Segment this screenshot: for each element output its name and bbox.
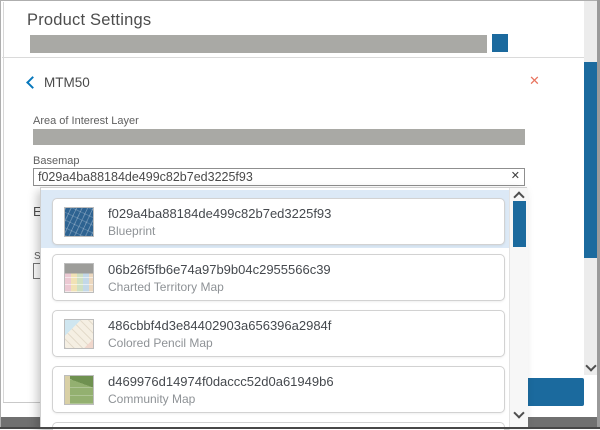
basemap-thumbnail: [64, 375, 94, 405]
breadcrumb-label: MTM50: [44, 75, 90, 90]
window-scrollbar[interactable]: [584, 1, 597, 375]
page-title: Product Settings: [27, 11, 151, 30]
window-left-border: [0, 0, 1, 429]
basemap-thumbnail: [64, 207, 94, 237]
basemap-field: ✕: [33, 168, 525, 186]
breadcrumb-back[interactable]: MTM50: [28, 73, 90, 91]
window-top-border: [0, 0, 600, 1]
dropdown-scrollbar-thumb[interactable]: [513, 201, 526, 247]
clear-input-icon[interactable]: ✕: [511, 170, 520, 183]
header-placeholder-bar: [30, 35, 487, 53]
basemap-item-texts: 06b26f5fb6e74a97b9b04c2955566c39 Charted…: [108, 262, 331, 294]
aoi-layer-placeholder-bar[interactable]: [33, 129, 525, 145]
basemap-item-name: Community Map: [108, 392, 334, 406]
basemap-list-item[interactable]: 486cbbf4d3e84402903a656396a2984f Colored…: [52, 310, 505, 357]
basemap-thumbnail: [64, 319, 94, 349]
basemap-list-item[interactable]: 06b26f5fb6e74a97b9b04c2955566c39 Charted…: [52, 254, 505, 301]
basemap-input[interactable]: [33, 168, 525, 186]
back-chevron-icon: [26, 76, 39, 89]
header-accent-square: [492, 34, 508, 52]
basemap-item-id: 486cbbf4d3e84402903a656396a2984f: [108, 318, 331, 333]
basemap-item-texts: f029a4ba88184de499c82b7ed3225f93 Bluepri…: [108, 206, 331, 238]
basemap-item-name: Charted Territory Map: [108, 280, 331, 294]
basemap-label: Basemap: [33, 155, 79, 167]
basemap-thumbnail: [64, 263, 94, 293]
basemap-item-name: Colored Pencil Map: [108, 336, 331, 350]
dialog-left-border: [3, 2, 4, 403]
basemap-item-id: 06b26f5fb6e74a97b9b04c2955566c39: [108, 262, 331, 277]
dropdown-scroll-down-icon[interactable]: [513, 407, 524, 418]
window-scrollbar-thumb[interactable]: [584, 62, 597, 258]
primary-action-button[interactable]: [521, 378, 584, 406]
basemap-item-id: f029a4ba88184de499c82b7ed3225f93: [108, 206, 331, 221]
header-divider: [2, 57, 584, 58]
basemap-item-id: d469976d14974f0daccc52d0a61949b6: [108, 374, 334, 389]
basemap-item-name: Blueprint: [108, 224, 331, 238]
scroll-down-icon[interactable]: [585, 360, 596, 371]
basemap-item-list: f029a4ba88184de499c82b7ed3225f93 Bluepri…: [41, 188, 509, 430]
basemap-list-item[interactable]: f029a4ba88184de499c82b7ed3225f93 Bluepri…: [52, 198, 505, 245]
close-icon[interactable]: ✕: [529, 74, 540, 88]
dropdown-scrollbar[interactable]: [509, 188, 528, 430]
basemap-list-item[interactable]: d469976d14974f0daccc52d0a61949b6 Communi…: [52, 366, 505, 413]
basemap-item-texts: 486cbbf4d3e84402903a656396a2984f Colored…: [108, 318, 331, 350]
basemap-item-texts: d469976d14974f0daccc52d0a61949b6 Communi…: [108, 374, 334, 406]
aoi-layer-label: Area of Interest Layer: [33, 115, 139, 127]
basemap-dropdown: f029a4ba88184de499c82b7ed3225f93 Bluepri…: [40, 187, 527, 429]
